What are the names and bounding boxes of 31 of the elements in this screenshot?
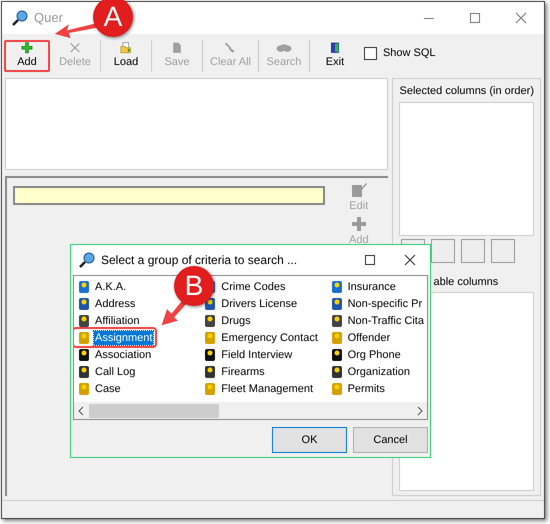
panel-label: Selected columns (in order) bbox=[399, 84, 534, 99]
list-item[interactable]: Crime Codes bbox=[220, 280, 286, 294]
dialog-button[interactable]: Cancel bbox=[353, 427, 428, 453]
panel-label: able columns bbox=[433, 274, 500, 290]
window-title: Quer bbox=[34, 9, 63, 28]
list-item[interactable]: Insurance bbox=[346, 280, 397, 294]
toolbar-button[interactable]: Exit bbox=[312, 40, 358, 72]
list-item[interactable]: Non-specific Pr bbox=[346, 296, 424, 310]
list-item[interactable]: Firearms bbox=[220, 364, 266, 378]
list-item[interactable]: Emergency Contact bbox=[220, 330, 319, 344]
list-item[interactable]: Drivers License bbox=[220, 296, 298, 310]
toolbar-button[interactable]: Load bbox=[103, 40, 149, 72]
toolbar-button[interactable]: Add bbox=[4, 40, 50, 72]
list-item[interactable]: Drugs bbox=[220, 314, 252, 328]
list-item[interactable]: Association bbox=[94, 348, 152, 362]
list-item[interactable]: Assignment bbox=[94, 330, 154, 344]
list-item[interactable]: Case bbox=[94, 382, 122, 396]
list-item[interactable]: Field Interview bbox=[220, 348, 294, 362]
list-item[interactable]: Affiliation bbox=[94, 314, 140, 328]
dialog-title: Select a group of criteria to search ... bbox=[101, 252, 298, 269]
dialog-button[interactable]: OK bbox=[272, 427, 347, 453]
list-item[interactable]: Address bbox=[94, 296, 136, 310]
list-item[interactable]: Organization bbox=[346, 364, 411, 378]
list-item[interactable]: Permits bbox=[346, 382, 386, 396]
list-item[interactable]: Call Log bbox=[94, 364, 136, 378]
list-item[interactable]: Fleet Management bbox=[220, 382, 314, 396]
checkbox-label: Show SQL bbox=[382, 46, 436, 61]
list-item[interactable]: Non-Traffic Cita bbox=[346, 314, 425, 328]
list-item[interactable]: A.K.A. bbox=[94, 280, 128, 294]
list-item[interactable]: Offender bbox=[346, 330, 392, 344]
list-item[interactable]: Org Phone bbox=[346, 348, 402, 362]
